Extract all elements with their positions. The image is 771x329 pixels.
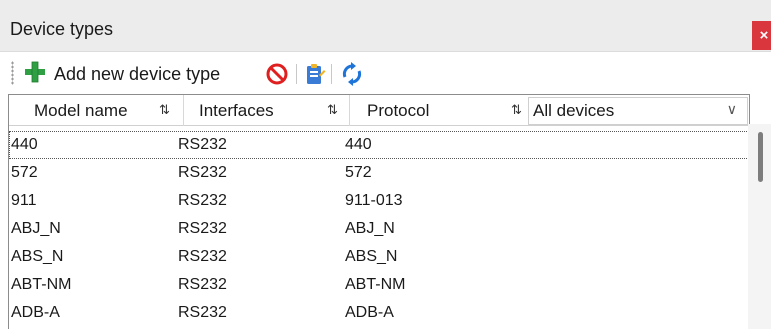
plus-icon	[24, 61, 46, 88]
column-divider[interactable]	[183, 95, 184, 126]
sort-icon[interactable]: ⇅	[327, 102, 338, 118]
toolbar-separator	[296, 64, 297, 84]
toolbar-grip[interactable]	[11, 61, 14, 85]
add-device-type-button[interactable]: Add new device type	[24, 61, 220, 87]
cell-interface: RS232	[178, 192, 227, 209]
cell-interface: RS232	[178, 276, 227, 293]
cell-interface: RS232	[178, 136, 227, 153]
table-row[interactable]: 572 RS232 572	[9, 159, 749, 187]
cell-model-name: ABT-NM	[11, 276, 72, 293]
table-row[interactable]: 911 RS232 911-013	[9, 187, 749, 215]
cell-protocol: ABS_N	[345, 248, 398, 265]
cell-protocol: ABJ_N	[345, 220, 395, 237]
table-row[interactable]: ABT-NM RS232 ABT-NM	[9, 271, 749, 299]
device-filter-select[interactable]: All devices ∨	[528, 97, 748, 125]
cell-model-name: 572	[11, 164, 38, 181]
column-header-model-name[interactable]: Model name	[34, 95, 128, 126]
table-row[interactable]: ADB-A RS232 ADB-A	[9, 299, 749, 327]
cell-model-name: ADB-A	[11, 304, 60, 321]
refresh-icon[interactable]	[339, 62, 365, 86]
column-header-interfaces[interactable]: Interfaces	[199, 95, 274, 126]
add-device-type-label: Add new device type	[54, 63, 221, 84]
table-row[interactable]: ABJ_N RS232 ABJ_N	[9, 215, 749, 243]
table-row[interactable]: ABS_N RS232 ABS_N	[9, 243, 749, 271]
toolbar: Add new device type	[0, 53, 771, 93]
title-bar: Device types	[0, 0, 771, 52]
cell-interface: RS232	[178, 220, 227, 237]
cell-protocol: 572	[345, 164, 372, 181]
window-title: Device types	[10, 19, 114, 39]
device-types-table: Model name ⇅ Interfaces ⇅ Protocol ⇅ All…	[8, 94, 750, 329]
column-header-protocol[interactable]: Protocol	[367, 95, 429, 126]
cell-model-name: 911	[11, 192, 37, 209]
column-divider[interactable]	[349, 95, 350, 126]
toolbar-separator	[331, 64, 332, 84]
cell-protocol: 911-013	[345, 192, 403, 209]
sort-icon[interactable]: ⇅	[511, 102, 522, 118]
cell-model-name: ABJ_N	[11, 220, 61, 237]
sort-icon[interactable]: ⇅	[159, 102, 170, 118]
close-button[interactable]: ×	[752, 21, 771, 50]
cell-protocol: ABT-NM	[345, 276, 406, 293]
no-entry-icon[interactable]	[264, 62, 290, 86]
device-filter-value: All devices	[533, 101, 615, 120]
scrollbar-thumb[interactable]	[758, 132, 763, 182]
table-row[interactable]: 440 RS232 440	[9, 131, 749, 159]
cell-interface: RS232	[178, 304, 227, 321]
cell-model-name: 440	[11, 136, 38, 153]
cell-protocol: ADB-A	[345, 304, 394, 321]
cell-model-name: ABS_N	[11, 248, 64, 265]
cell-interface: RS232	[178, 248, 227, 265]
vertical-scrollbar[interactable]	[748, 124, 771, 329]
cell-protocol: 440	[345, 136, 372, 153]
clipboard-edit-icon[interactable]	[302, 62, 328, 86]
chevron-down-icon: ∨	[726, 101, 737, 117]
cell-interface: RS232	[178, 164, 227, 181]
table-header: Model name ⇅ Interfaces ⇅ Protocol ⇅ All…	[9, 95, 749, 126]
close-icon: ×	[759, 27, 769, 44]
